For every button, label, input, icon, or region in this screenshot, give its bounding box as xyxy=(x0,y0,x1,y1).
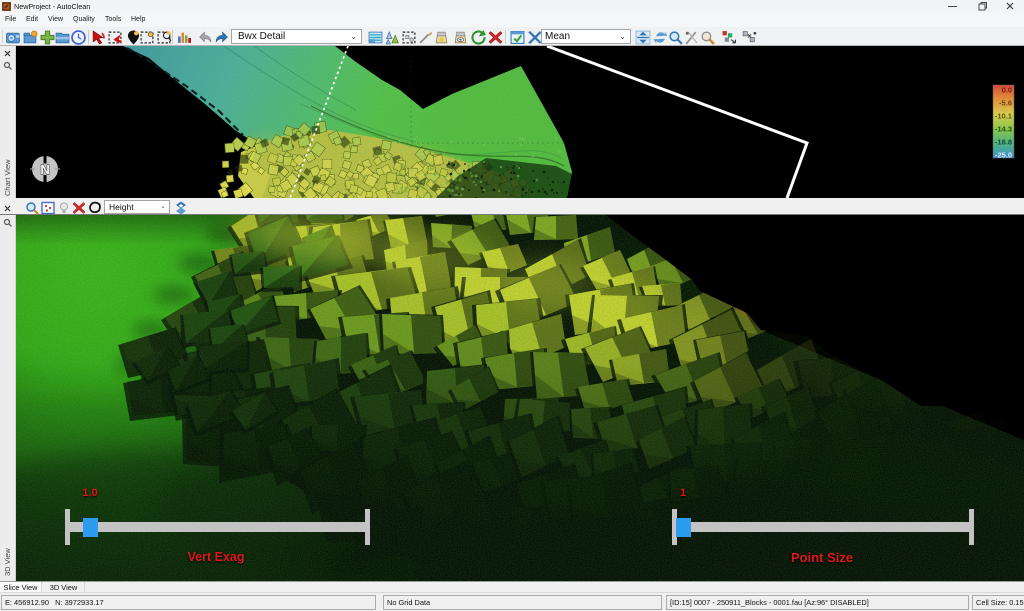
svg-text:-5.6: -5.6 xyxy=(999,99,1012,108)
svg-text:0.0: 0.0 xyxy=(1002,86,1012,95)
svg-text:-25.0: -25.0 xyxy=(995,151,1012,160)
svg-text:-10.1: -10.1 xyxy=(995,112,1012,121)
svg-text:N: N xyxy=(40,162,49,177)
svg-text:-18.8: -18.8 xyxy=(995,138,1012,147)
svg-text:-14.3: -14.3 xyxy=(995,125,1012,134)
